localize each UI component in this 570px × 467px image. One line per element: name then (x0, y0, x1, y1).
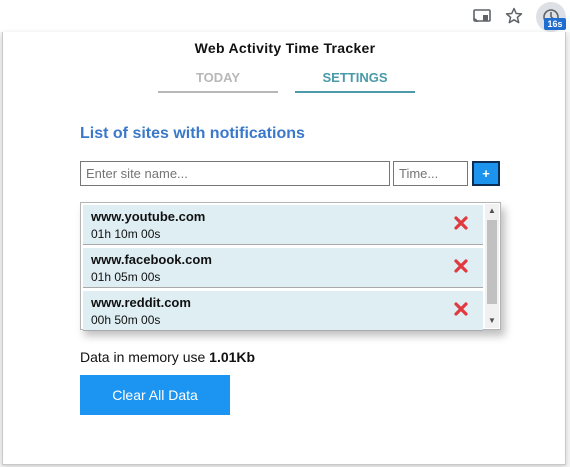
cast-icon[interactable] (472, 6, 492, 26)
site-name: www.youtube.com (91, 209, 206, 224)
scroll-up-arrow-icon[interactable]: ▲ (485, 204, 499, 218)
notification-site-list[interactable]: www.youtube.com 01h 10m 00s www.facebook… (80, 202, 501, 331)
app-title: Web Activity Time Tracker (194, 40, 376, 56)
scroll-down-arrow-icon[interactable]: ▼ (485, 314, 499, 328)
site-time: 01h 10m 00s (91, 227, 161, 241)
site-name: www.reddit.com (91, 295, 191, 310)
memory-label: Data in memory use (80, 349, 206, 365)
bookmark-star-icon[interactable] (504, 6, 524, 26)
browser-toolbar: 16s (0, 0, 570, 32)
memory-usage: Data in memory use 1.01Kb (80, 349, 255, 365)
scroll-thumb[interactable] (487, 220, 497, 304)
list-scrollbar[interactable]: ▲ ▼ (485, 204, 499, 328)
delete-icon[interactable] (454, 259, 468, 273)
delete-icon[interactable] (454, 216, 468, 230)
list-item: www.facebook.com 01h 05m 00s (83, 248, 483, 288)
clear-all-data-button[interactable]: Clear All Data (80, 375, 230, 415)
list-item: www.youtube.com 01h 10m 00s (83, 205, 483, 245)
tab-today[interactable]: TODAY (158, 70, 278, 93)
extension-popup: Web Activity Time Tracker TODAY SETTINGS… (2, 32, 566, 465)
list-item: www.reddit.com 00h 50m 00s (83, 291, 483, 331)
site-name: www.facebook.com (91, 252, 212, 267)
time-input[interactable] (393, 161, 468, 186)
site-time: 00h 50m 00s (91, 313, 161, 327)
section-title: List of sites with notifications (80, 125, 305, 142)
delete-icon[interactable] (454, 302, 468, 316)
site-name-input[interactable] (80, 161, 390, 186)
tab-settings[interactable]: SETTINGS (295, 70, 415, 93)
memory-value: 1.01Kb (209, 349, 256, 365)
add-site-button[interactable]: + (472, 161, 500, 186)
extension-badge: 16s (544, 18, 566, 30)
site-time: 01h 05m 00s (91, 270, 161, 284)
